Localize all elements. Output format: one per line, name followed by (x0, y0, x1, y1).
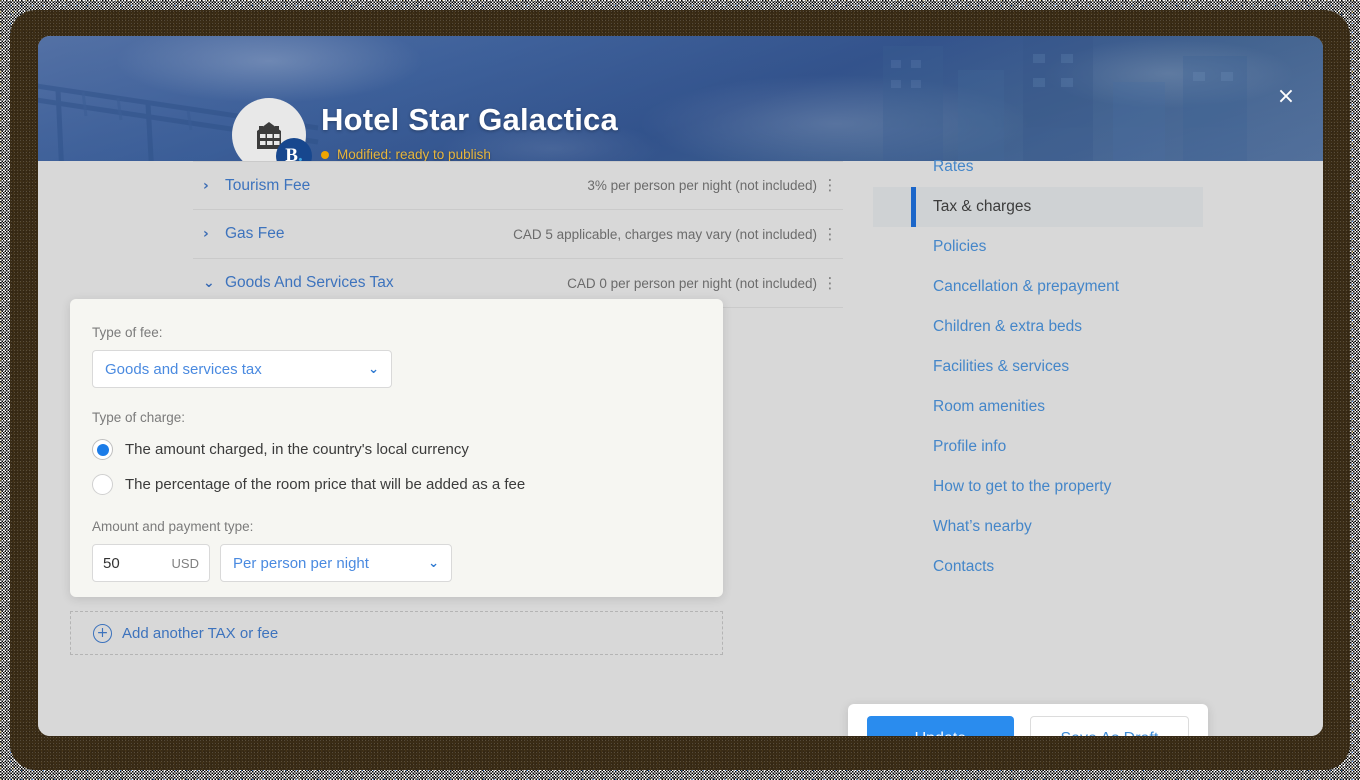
sidebar-item-facilities-services[interactable]: Facilities & services (873, 347, 1203, 387)
booking-badge-dot: . (297, 145, 303, 161)
sidebar-item-label: Profile info (933, 438, 1007, 455)
chevron-right-icon[interactable]: › (203, 178, 225, 194)
sidebar-item-label: Tax & charges (933, 198, 1032, 215)
section-nav: Rates Tax & charges Policies Cancellatio… (873, 147, 1203, 587)
save-as-draft-button[interactable]: Save As Draft (1029, 716, 1189, 736)
chevron-down-icon[interactable]: ⌄ (203, 275, 225, 291)
fee-value: CAD 0 per person per night (not included… (567, 275, 817, 291)
sidebar-item-label: Policies (933, 238, 987, 255)
sidebar-item-profile-info[interactable]: Profile info (873, 427, 1203, 467)
sidebar-item-label: Children & extra beds (933, 318, 1083, 335)
table-row[interactable]: › Gas Fee CAD 5 applicable, charges may … (193, 210, 843, 259)
sidebar-item-cancellation-prepayment[interactable]: Cancellation & prepayment (873, 267, 1203, 307)
amount-input[interactable]: 50 USD (92, 544, 210, 582)
header-building-photo (883, 36, 1247, 161)
sidebar-item-tax-charges[interactable]: Tax & charges (873, 187, 1203, 227)
kebab-menu-icon[interactable]: ⋮ (817, 178, 843, 192)
sidebar-item-room-amenities[interactable]: Room amenities (873, 387, 1203, 427)
fee-name[interactable]: Gas Fee (225, 225, 513, 243)
property-logo: B. (232, 98, 312, 161)
status-text: Modified: ready to publish (337, 147, 491, 161)
sidebar-item-label: Contacts (933, 558, 995, 575)
sidebar-item-contacts[interactable]: Contacts (873, 547, 1203, 587)
action-bar: Update Save As Draft (848, 704, 1208, 736)
sidebar-item-rates[interactable]: Rates (873, 147, 1203, 187)
sidebar-item-how-to-get[interactable]: How to get to the property (873, 467, 1203, 507)
sidebar-item-children-extra-beds[interactable]: Children & extra beds (873, 307, 1203, 347)
type-of-fee-label: Type of fee: (92, 325, 163, 340)
sidebar-item-policies[interactable]: Policies (873, 227, 1203, 267)
sidebar-item-label: How to get to the property (933, 478, 1112, 495)
fee-type-value: Goods and services tax (105, 360, 262, 378)
table-row[interactable]: › Tourism Fee 3% per person per night (n… (193, 161, 843, 210)
status-badge: Modified: ready to publish (321, 147, 491, 161)
add-another-fee-label: Add another TAX or fee (122, 624, 279, 642)
radio-option-amount[interactable]: The amount charged, in the country's loc… (92, 439, 695, 460)
close-icon[interactable]: × (1271, 82, 1301, 112)
chevron-down-icon: ⌄ (428, 555, 439, 571)
radio-label: The amount charged, in the country's loc… (125, 441, 469, 458)
fee-edit-panel: Type of fee: Goods and services tax ⌄ Ty… (70, 299, 723, 597)
status-dot-icon (321, 150, 329, 159)
fee-name[interactable]: Goods And Services Tax (225, 274, 567, 292)
fee-value: 3% per person per night (not included) (587, 178, 817, 193)
plus-circle-icon: + (93, 623, 112, 643)
modal-header: B. Hotel Star Galactica Modified: ready … (38, 36, 1323, 161)
sidebar-item-whats-nearby[interactable]: What’s nearby (873, 507, 1203, 547)
chevron-right-icon[interactable]: › (203, 226, 225, 242)
update-button[interactable]: Update (867, 716, 1014, 736)
chevron-down-icon: ⌄ (368, 361, 379, 377)
sidebar-item-label: Rates (933, 158, 974, 175)
type-of-charge-label: Type of charge: (92, 410, 186, 425)
sidebar-item-label: What’s nearby (933, 518, 1032, 535)
screen: B. Hotel Star Galactica Modified: ready … (0, 0, 1360, 780)
page-title: Hotel Star Galactica (321, 102, 618, 137)
radio-option-percentage[interactable]: The percentage of the room price that wi… (92, 474, 695, 495)
amount-label: Amount and payment type: (92, 519, 254, 534)
radio-button-unselected[interactable] (92, 474, 113, 495)
property-editor-modal: B. Hotel Star Galactica Modified: ready … (38, 36, 1323, 736)
radio-button-selected[interactable] (92, 439, 113, 460)
booking-badge-letter: B (285, 145, 298, 161)
modal-body: › Tourism Fee 3% per person per night (n… (38, 158, 1323, 736)
payment-type-select[interactable]: Per person per night ⌄ (220, 544, 452, 582)
sidebar-item-label: Facilities & services (933, 358, 1070, 375)
amount-value: 50 (103, 554, 120, 572)
sidebar-item-label: Room amenities (933, 398, 1045, 415)
add-another-fee-button[interactable]: + Add another TAX or fee (70, 611, 723, 655)
kebab-menu-icon[interactable]: ⋮ (817, 227, 843, 241)
sidebar-item-label: Cancellation & prepayment (933, 278, 1120, 295)
radio-label: The percentage of the room price that wi… (125, 476, 526, 493)
payment-type-value: Per person per night (233, 554, 369, 572)
fee-type-select[interactable]: Goods and services tax ⌄ (92, 350, 392, 388)
currency-suffix: USD (171, 555, 199, 571)
fee-name[interactable]: Tourism Fee (225, 177, 587, 195)
fee-list: › Tourism Fee 3% per person per night (n… (193, 161, 843, 308)
kebab-menu-icon[interactable]: ⋮ (817, 276, 843, 290)
fee-value: CAD 5 applicable, charges may vary (not … (513, 226, 817, 242)
amount-row: 50 USD Per person per night ⌄ (92, 544, 695, 582)
